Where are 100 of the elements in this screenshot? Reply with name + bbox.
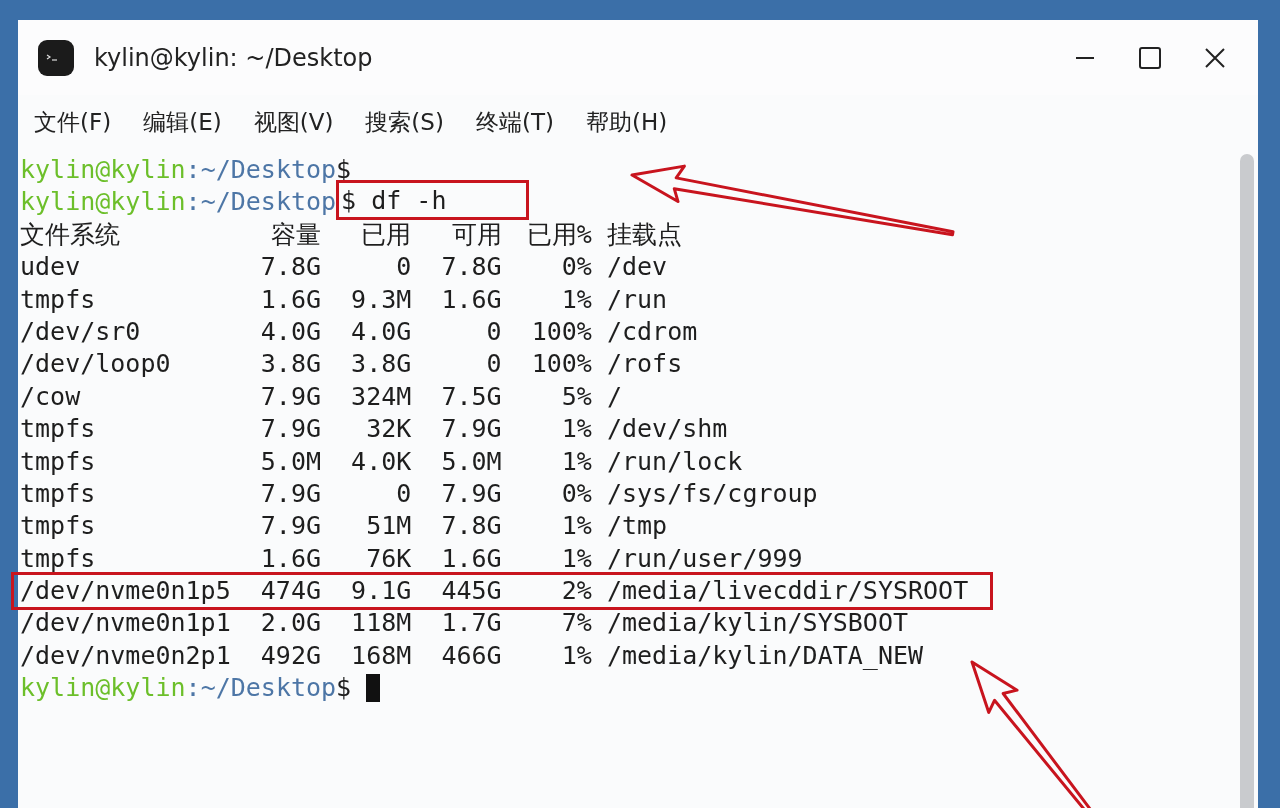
prompt-symbol: $ (341, 185, 357, 218)
table-cell-text: 0 (485, 315, 502, 348)
table-cell-text: 1% (560, 542, 592, 575)
close-icon[interactable] (1204, 46, 1226, 69)
table-cell-text: tmpfs (20, 283, 97, 316)
table-cell-text: udev (20, 251, 82, 284)
table-cell-text: 100% (530, 348, 592, 381)
maximize-icon[interactable] (1138, 45, 1162, 70)
scrollbar[interactable] (1240, 154, 1254, 808)
table-cell-text: 118M (350, 607, 412, 640)
table-cell-text: /run/user/999 (606, 542, 803, 575)
table-cell-text: 445G (440, 575, 502, 608)
table-cell-text: 0% (560, 477, 592, 510)
table-cell: /dev (606, 251, 668, 284)
table-cell-text: 51M (365, 510, 412, 543)
column-header: 已用% (525, 218, 592, 251)
table-cell-text: 0 (485, 348, 502, 381)
table-cell-text: 0 (395, 251, 412, 284)
command-text: df -h (371, 185, 447, 218)
table-cell-text: 0 (395, 477, 412, 510)
menu-item[interactable]: 文件(F) (34, 107, 112, 138)
menu-item[interactable]: 终端(T) (475, 107, 554, 138)
table-cell-text: 5.0M (440, 445, 502, 478)
table-cell-text: 1% (560, 445, 592, 478)
table-cell-text: /dev/nvme0n1p5 (20, 575, 232, 608)
table-cell: /rofs (606, 348, 683, 381)
column-header: 已用 (360, 218, 412, 251)
column-header: 容量 (270, 218, 321, 251)
table-cell-text: 4.0G (350, 315, 412, 348)
table-cell-text: /cow (20, 380, 82, 413)
table-cell-text: 324M (350, 380, 412, 413)
prompt-path: :~/Desktop (185, 154, 337, 186)
prompt-user: kylin@kylin (20, 154, 186, 186)
menu-item[interactable]: 搜索(S) (365, 107, 444, 138)
table-cell-text: 9.3M (350, 283, 412, 316)
table-cell-text: 4.0K (350, 445, 412, 478)
table-cell-text: 1% (560, 413, 592, 446)
table-cell-text: tmpfs (20, 445, 97, 478)
table-cell-text: 7.8G (440, 510, 502, 543)
menu-item[interactable]: 编辑(E) (143, 107, 222, 138)
table-cell-text: 1% (560, 283, 592, 316)
table-cell-text: 466G (440, 639, 502, 672)
table-cell-text: 1.6G (440, 283, 502, 316)
table-cell-text: tmpfs (20, 413, 97, 446)
window-title: kylin@kylin: ~/Desktop (94, 43, 374, 72)
table-cell: /dev/shm (606, 413, 728, 446)
table-cell-text: 7.5G (440, 380, 502, 413)
table-cell-text: 7.9G (440, 477, 502, 510)
table-cell-text: tmpfs (20, 510, 97, 543)
table-cell-text: /media/kylin/DATA_NEW (606, 639, 924, 672)
table-cell-text: 7.9G (259, 510, 321, 543)
table-cell-text: 7.8G (440, 251, 502, 284)
table-cell: /tmp (606, 510, 668, 543)
prompt-user: kylin@kylin (20, 186, 186, 219)
prompt-user: kylin@kylin (20, 672, 186, 705)
table-cell: /media/kylin/SYSBOOT (606, 607, 908, 640)
prompt-path: :~/Desktop (185, 186, 337, 219)
menu-item[interactable]: 视图(V) (253, 107, 334, 138)
table-cell-text: /dev/sr0 (20, 315, 142, 348)
table-cell-text: 3.8G (259, 348, 321, 381)
table-cell-text: 7.8G (259, 251, 321, 284)
table-cell-text: /cdrom (606, 315, 698, 348)
table-cell-text: 2% (560, 575, 592, 608)
table-cell-text: 4.0G (259, 315, 321, 348)
table-cell-text: 0% (560, 251, 592, 284)
table-cell-text: 7% (560, 607, 592, 640)
table-cell-text: 474G (259, 575, 321, 608)
table-cell-text: 3.8G (350, 348, 412, 381)
prompt-symbol: $ (336, 155, 352, 184)
terminal-icon (38, 39, 74, 76)
table-cell-text: /sys/fs/cgroup (606, 477, 818, 510)
table-cell-text: 2.0G (259, 607, 321, 640)
table-cell-text: 1% (560, 510, 592, 543)
table-cell-text: 168M (350, 639, 412, 672)
table-cell-text: 1.6G (440, 542, 502, 575)
text-cursor (366, 674, 381, 703)
table-cell-text: tmpfs (20, 542, 97, 575)
table-cell-text: 1.6G (259, 283, 321, 316)
column-header: 可用 (450, 218, 502, 251)
table-cell-text: /dev/nvme0n1p1 (20, 607, 232, 640)
column-header: 挂载点 (606, 218, 682, 251)
column-header: 文件系统 (20, 218, 121, 251)
prompt-symbol: $ (336, 672, 352, 705)
prompt-path: :~/Desktop (185, 672, 337, 705)
table-cell-text: /dev/nvme0n2p1 (20, 639, 232, 672)
menu-item[interactable]: 帮助(H) (585, 107, 668, 138)
table-cell-text: 7.9G (440, 413, 502, 446)
table-cell-text: 1.6G (259, 542, 321, 575)
table-cell-text: / (606, 380, 622, 413)
table-cell-text: 9.1G (350, 575, 412, 608)
table-cell: /run/lock (606, 445, 743, 478)
table-cell: /run (606, 283, 668, 316)
table-cell-text: 492G (259, 639, 321, 672)
table-cell-text: 1% (560, 639, 592, 672)
table-cell-text: 5.0M (259, 445, 321, 478)
table-cell: /media/livecddir/SYSROOT (606, 575, 969, 608)
table-cell-text: 7.9G (259, 413, 321, 446)
table-cell-text: tmpfs (20, 477, 97, 510)
table-cell-text: 7.9G (259, 380, 321, 413)
table-cell-text: 5% (560, 380, 592, 413)
